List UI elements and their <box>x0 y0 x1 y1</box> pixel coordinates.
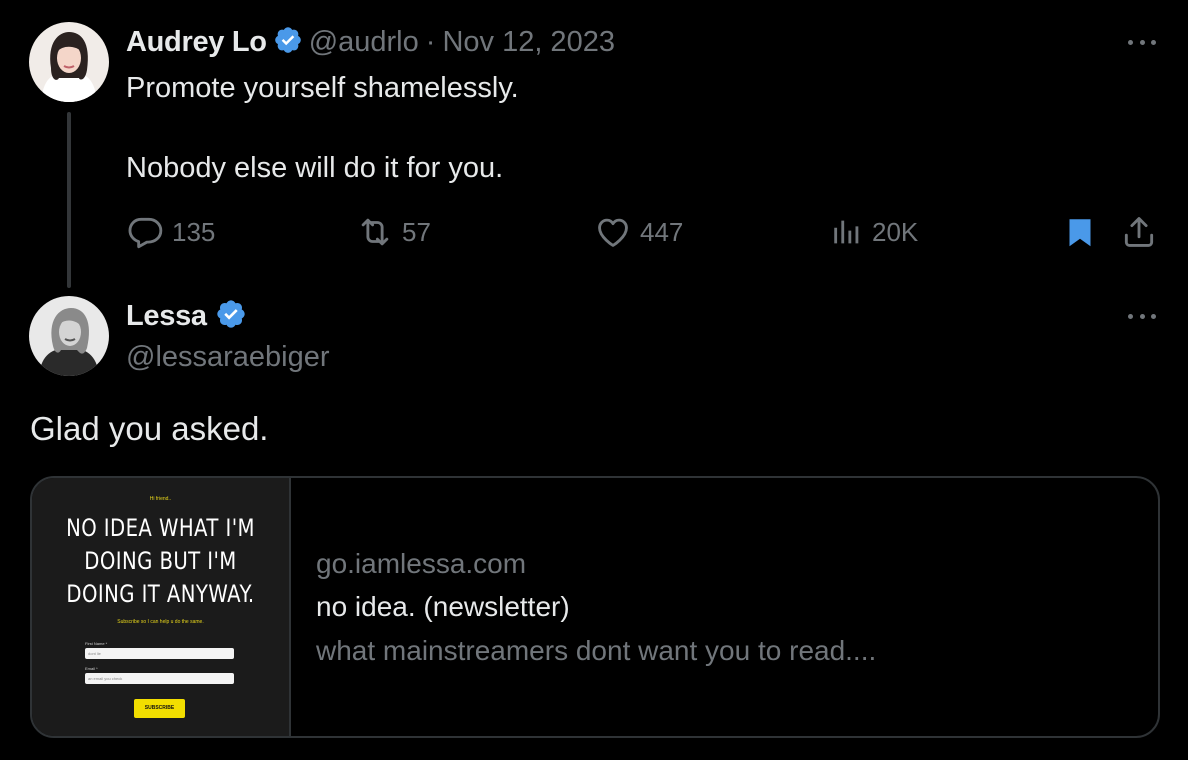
thumbnail-headline: NO IDEA WHAT I'M DOING BUT I'M DOING IT … <box>55 512 266 611</box>
avatar-audrey-lo[interactable] <box>29 22 109 102</box>
like-count: 447 <box>640 216 684 247</box>
thumbnail-subscribe-button: SUBSCRIBE <box>134 699 185 718</box>
more-horizontal-icon[interactable] <box>1126 306 1158 326</box>
avatar-lessa[interactable] <box>29 296 109 376</box>
more-horizontal-icon[interactable] <box>1126 32 1158 52</box>
tweet-text-line: Nobody else will do it for you. <box>126 152 504 184</box>
heart-icon <box>598 218 628 247</box>
reply-text: Glad you asked. <box>30 410 269 447</box>
repost-arrows-icon <box>361 218 389 246</box>
repost-button[interactable]: 57 <box>356 210 431 254</box>
bookmark-icon <box>1069 219 1091 247</box>
share-button[interactable] <box>1120 210 1166 254</box>
thumbnail-headline-line: NO IDEA WHAT I'M <box>66 514 255 542</box>
thumbnail-headline-line: DOING BUT I'M <box>84 547 237 575</box>
thumbnail-email-label: Email * <box>85 666 98 671</box>
tweet-date[interactable]: Nov 12, 2023 <box>442 26 615 59</box>
thumbnail-first-name-label: First Name * <box>85 641 108 646</box>
link-preview-card[interactable]: Hi friend.. NO IDEA WHAT I'M DOING BUT I… <box>30 476 1160 738</box>
thumbnail-greeting: Hi friend.. <box>149 496 172 502</box>
thread-connector-line <box>67 112 71 288</box>
link-card-description: what mainstreamers dont want you to read… <box>316 635 877 666</box>
verified-badge-icon[interactable] <box>215 298 247 335</box>
bar-chart-icon <box>834 220 859 244</box>
reply-author-name[interactable]: Lessa <box>126 300 207 333</box>
link-card-domain: go.iamlessa.com <box>316 548 527 579</box>
link-card-thumbnail: Hi friend.. NO IDEA WHAT I'M DOING BUT I… <box>32 478 291 736</box>
views-count: 20K <box>872 216 919 247</box>
bookmark-button[interactable] <box>1062 210 1106 254</box>
author-name[interactable]: Audrey Lo <box>126 26 267 59</box>
thumbnail-headline-line: DOING IT ANYWAY. <box>66 580 255 608</box>
share-upload-icon <box>1124 217 1154 247</box>
verified-badge-icon[interactable] <box>273 25 303 60</box>
tweet-text-line: Promote yourself shamelessly. <box>126 72 519 104</box>
tweet-header: Audrey Lo @audrlo · Nov 12, 2023 <box>126 22 615 62</box>
reply-count: 135 <box>172 216 216 247</box>
tweet-text: Promote yourself shamelessly. Nobody els… <box>126 68 519 188</box>
thumbnail-subtitle: Subscribe so I can help u do the same. <box>117 619 204 625</box>
thumbnail-first-name-field: dont lie <box>85 648 234 659</box>
tweet-actions-bar: 135 57 447 20K <box>126 210 1166 254</box>
link-card-title: no idea. (newsletter) <box>316 591 570 622</box>
reply-header: Lessa <box>126 296 247 336</box>
separator-dot: · <box>425 25 436 58</box>
author-handle[interactable]: @audrlo <box>309 26 419 59</box>
reply-author-handle[interactable]: @lessaraebiger <box>126 337 330 377</box>
reply-button[interactable]: 135 <box>126 210 215 254</box>
views-button[interactable]: 20K <box>830 210 918 254</box>
repost-count: 57 <box>402 216 431 247</box>
thumbnail-email-field: an email you check <box>85 673 234 684</box>
like-button[interactable]: 447 <box>594 210 683 254</box>
speech-bubble-icon <box>128 217 163 249</box>
